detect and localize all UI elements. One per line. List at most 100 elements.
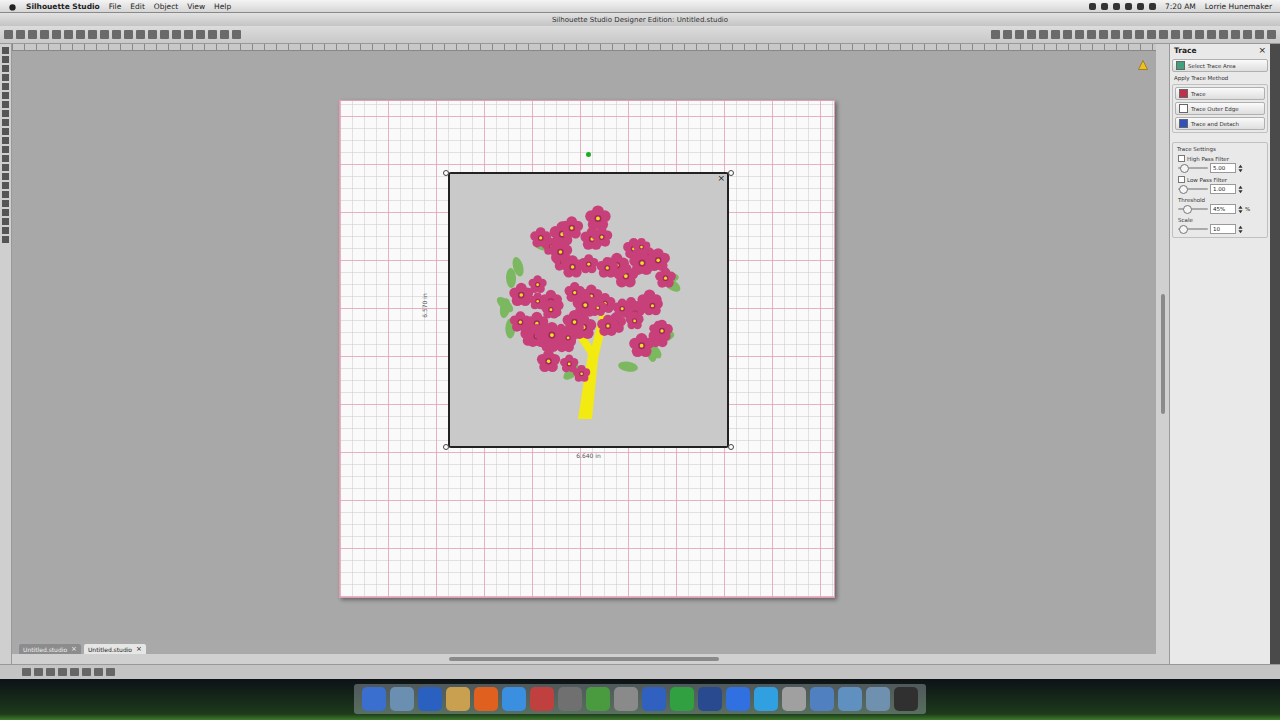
dock-app-icon[interactable] [502, 687, 526, 711]
slider-knob[interactable] [1179, 225, 1188, 234]
tool-icon[interactable] [2, 218, 9, 225]
document-tab[interactable]: Untitled.studio× [84, 644, 146, 654]
clock[interactable]: 7:20 AM [1165, 2, 1196, 11]
user-name[interactable]: Lorrie Hunemaker [1205, 2, 1272, 11]
tool-icon[interactable] [1135, 30, 1144, 39]
tool-icon[interactable] [1003, 30, 1012, 39]
tool-icon[interactable] [172, 30, 181, 39]
tool-icon[interactable] [1255, 30, 1264, 39]
tool-icon[interactable] [100, 30, 109, 39]
tool-icon[interactable] [1039, 30, 1048, 39]
tool-icon[interactable] [112, 30, 121, 39]
dock-app-icon[interactable] [362, 687, 386, 711]
tool-icon[interactable] [1063, 30, 1072, 39]
tool-icon[interactable] [2, 65, 9, 72]
menu-item[interactable]: File [109, 2, 122, 11]
app-menu[interactable]: Silhouette Studio [26, 2, 100, 11]
tool-icon[interactable] [2, 119, 9, 126]
rotate-handle[interactable] [586, 152, 591, 157]
tool-icon[interactable] [2, 56, 9, 63]
tool-icon[interactable] [184, 30, 193, 39]
close-tab-button[interactable]: × [136, 645, 142, 653]
tool-icon[interactable] [46, 668, 55, 676]
stepper-arrows-icon[interactable] [1238, 164, 1243, 173]
dock-app-icon[interactable] [782, 687, 806, 711]
tool-icon[interactable] [220, 30, 229, 39]
slider-knob[interactable] [1179, 185, 1188, 194]
document-tab[interactable]: Untitled.studio× [19, 644, 81, 654]
tool-icon[interactable] [2, 137, 9, 144]
slider-knob[interactable] [1180, 164, 1189, 173]
close-tab-button[interactable]: × [71, 645, 77, 653]
checkbox[interactable] [1178, 155, 1185, 162]
tool-icon[interactable] [82, 668, 91, 676]
status-icon[interactable] [1089, 3, 1096, 10]
status-icon[interactable] [1101, 3, 1108, 10]
trace-method-button[interactable]: Trace Outer Edge [1175, 102, 1265, 115]
tool-icon[interactable] [1243, 30, 1252, 39]
stepper[interactable] [1238, 205, 1243, 214]
tool-icon[interactable] [2, 227, 9, 234]
dock-app-icon[interactable] [698, 687, 722, 711]
tool-icon[interactable] [148, 30, 157, 39]
tool-icon[interactable] [2, 83, 9, 90]
slider[interactable] [1178, 188, 1208, 190]
value-field[interactable]: 45% [1210, 204, 1236, 214]
image-selection[interactable]: ×6.640 in6.570 in [448, 172, 729, 448]
tool-icon[interactable] [2, 155, 9, 162]
tool-icon[interactable] [1027, 30, 1036, 39]
tool-icon[interactable] [160, 30, 169, 39]
checkbox[interactable] [1178, 176, 1185, 183]
trace-method-button[interactable]: Trace and Detach [1175, 117, 1265, 130]
status-icon[interactable] [1137, 3, 1144, 10]
tool-icon[interactable] [76, 30, 85, 39]
close-panel-button[interactable]: × [1258, 45, 1266, 55]
slider-knob[interactable] [1183, 205, 1192, 214]
tool-icon[interactable] [40, 30, 49, 39]
tool-icon[interactable] [2, 182, 9, 189]
stepper-arrows-icon[interactable] [1238, 185, 1243, 194]
tool-icon[interactable] [2, 200, 9, 207]
tool-icon[interactable] [136, 30, 145, 39]
apple-icon[interactable] [8, 2, 17, 11]
value-field[interactable]: 1.00 [1210, 184, 1236, 194]
dock-app-icon[interactable] [866, 687, 890, 711]
dock-app-icon[interactable] [418, 687, 442, 711]
tool-icon[interactable] [1207, 30, 1216, 39]
vertical-scrollbar[interactable] [1156, 44, 1169, 664]
dock-app-icon[interactable] [894, 687, 918, 711]
tool-icon[interactable] [991, 30, 1000, 39]
status-icon[interactable] [1149, 3, 1156, 10]
warning-icon[interactable] [1138, 60, 1148, 70]
tool-icon[interactable] [88, 30, 97, 39]
tool-icon[interactable] [1195, 30, 1204, 39]
tool-icon[interactable] [2, 92, 9, 99]
status-icon[interactable] [1125, 3, 1132, 10]
tool-icon[interactable] [196, 30, 205, 39]
tool-icon[interactable] [2, 74, 9, 81]
page[interactable]: ×6.640 in6.570 in [339, 100, 835, 598]
tool-icon[interactable] [1099, 30, 1108, 39]
dock-app-icon[interactable] [670, 687, 694, 711]
stepper[interactable] [1238, 225, 1243, 234]
dock-app-icon[interactable] [530, 687, 554, 711]
tool-icon[interactable] [28, 30, 37, 39]
tool-icon[interactable] [124, 30, 133, 39]
delete-handle[interactable]: × [717, 174, 725, 183]
tool-icon[interactable] [58, 668, 67, 676]
menu-item[interactable]: Help [214, 2, 231, 11]
tool-icon[interactable] [94, 668, 103, 676]
tool-icon[interactable] [16, 30, 25, 39]
tool-icon[interactable] [2, 209, 9, 216]
tool-icon[interactable] [1171, 30, 1180, 39]
value-field[interactable]: 10 [1210, 224, 1236, 234]
dock-app-icon[interactable] [614, 687, 638, 711]
stepper[interactable] [1238, 185, 1243, 194]
trace-method-button[interactable]: Trace [1175, 87, 1265, 100]
status-icon[interactable] [1113, 3, 1120, 10]
dock-app-icon[interactable] [838, 687, 862, 711]
dock-app-icon[interactable] [642, 687, 666, 711]
canvas[interactable]: ×6.640 in6.570 in [12, 51, 1156, 641]
tool-icon[interactable] [2, 146, 9, 153]
tool-icon[interactable] [2, 173, 9, 180]
